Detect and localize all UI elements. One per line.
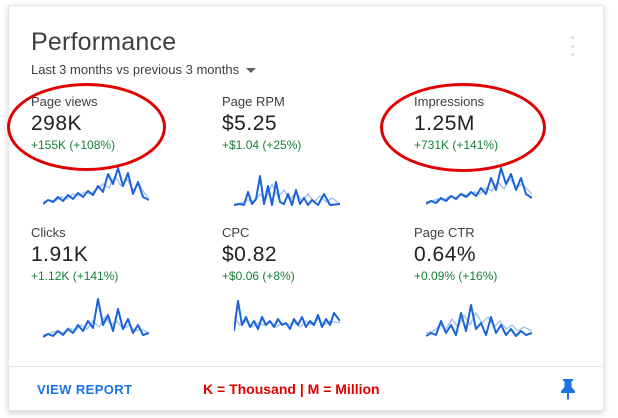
metric-change: +$1.04 (+25%): [222, 138, 302, 152]
metric-clicks[interactable]: Clicks 1.91K +1.12K (+141%): [31, 225, 201, 360]
metric-label: Page views: [31, 94, 98, 109]
pin-icon[interactable]: [559, 378, 577, 400]
footer-divider: [9, 366, 603, 367]
metric-change: +$0.06 (+8%): [222, 269, 295, 283]
metric-change: +0.09% (+16%): [414, 269, 498, 283]
metric-value: 1.25M: [414, 112, 475, 135]
metric-label: CPC: [222, 225, 250, 240]
metric-page-ctr[interactable]: Page CTR 0.64% +0.09% (+16%): [414, 225, 584, 360]
metric-label: Page RPM: [222, 94, 285, 109]
metric-change: +1.12K (+141%): [31, 269, 119, 283]
metric-label: Page CTR: [414, 225, 475, 240]
metric-change: +731K (+141%): [414, 138, 499, 152]
caret-down-icon: [246, 68, 257, 73]
metric-value: $0.82: [222, 243, 278, 266]
sparkline-chart: [426, 304, 532, 337]
metric-page-views[interactable]: Page views 298K +155K (+108%): [31, 94, 201, 229]
metric-page-rpm[interactable]: Page RPM $5.25 +$1.04 (+25%): [222, 94, 392, 229]
metric-impressions[interactable]: Impressions 1.25M +731K (+141%): [414, 94, 584, 229]
view-report-link[interactable]: VIEW REPORT: [37, 382, 132, 397]
performance-card: Performance Last 3 months vs previous 3 …: [8, 5, 604, 411]
sparkline-chart: [43, 167, 149, 205]
metric-change: +155K (+108%): [31, 138, 116, 152]
sparkline-chart: [43, 298, 149, 338]
metric-value: 0.64%: [414, 243, 477, 266]
period-selector[interactable]: Last 3 months vs previous 3 months: [31, 62, 257, 77]
sparkline-chart: [234, 300, 340, 332]
card-title: Performance: [31, 28, 177, 56]
metric-value: $5.25: [222, 112, 278, 135]
period-label: Last 3 months vs previous 3 months: [31, 62, 240, 77]
metric-label: Impressions: [414, 94, 485, 109]
sparkline-chart: [234, 175, 340, 206]
metric-label: Clicks: [31, 225, 66, 240]
metric-value: 298K: [31, 112, 83, 135]
metric-value: 1.91K: [31, 243, 89, 266]
more-vert-icon[interactable]: [569, 36, 575, 56]
unit-legend-annotation: K = Thousand | M = Million: [203, 381, 380, 397]
sparkline-chart: [426, 167, 532, 205]
metric-cpc[interactable]: CPC $0.82 +$0.06 (+8%): [222, 225, 392, 360]
